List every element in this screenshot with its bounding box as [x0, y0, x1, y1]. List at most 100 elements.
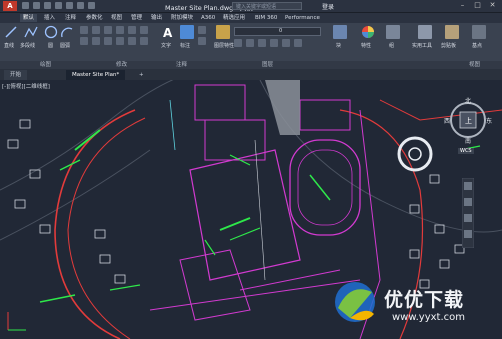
tab-view[interactable]: 视图 [108, 14, 125, 22]
tab-master-site-plan[interactable]: Master Site Plan* [66, 70, 126, 80]
tab-a360[interactable]: A360 [198, 14, 218, 22]
circle-label: 圆 [48, 43, 54, 49]
text-icon[interactable]: A [161, 25, 175, 39]
wcs-menu[interactable]: WCS [458, 148, 474, 154]
properties-icon[interactable] [361, 25, 375, 39]
arc-label: 圆弧 [60, 43, 71, 49]
tab-featured-apps[interactable]: 精选应用 [220, 14, 248, 22]
layer-properties-icon[interactable] [216, 25, 230, 39]
viewport-controls-label[interactable]: [-][俯视][二维线框] [2, 82, 50, 90]
stretch-icon[interactable] [128, 26, 136, 34]
line-label: 直线 [4, 43, 15, 49]
svg-text:A: A [163, 26, 173, 39]
line-icon[interactable] [4, 25, 18, 39]
save-icon[interactable] [44, 2, 51, 9]
watermark-text: 优优下载 [384, 289, 465, 311]
layer-dropdown[interactable]: 0 [234, 27, 321, 36]
panel-title-view[interactable]: 视图 [469, 61, 480, 69]
panel-title-layers[interactable]: 图层 [262, 61, 273, 69]
tab-addins[interactable]: 附加模块 [168, 14, 196, 22]
tab-manage[interactable]: 管理 [128, 14, 145, 22]
tab-start[interactable]: 开始 [4, 70, 28, 80]
tab-annotate[interactable]: 注释 [62, 14, 79, 22]
group-icon[interactable] [386, 25, 400, 39]
minimize-button[interactable]: – [455, 0, 470, 11]
copy-icon[interactable] [80, 37, 88, 45]
new-tab-button[interactable]: + [136, 70, 147, 80]
groups-label: 组 [389, 43, 395, 49]
navigation-bar [462, 178, 474, 248]
maximize-button[interactable]: □ [470, 0, 485, 11]
tab-default[interactable]: 默认 [20, 14, 38, 22]
explode-icon[interactable] [116, 37, 124, 45]
layer-freeze-icon[interactable] [258, 39, 266, 47]
arc-icon[interactable] [60, 25, 74, 39]
clipboard-icon[interactable] [445, 25, 459, 39]
watermark-logo [335, 282, 375, 322]
fillet-icon[interactable] [104, 37, 112, 45]
mirror-icon[interactable] [92, 37, 100, 45]
text-label: 文字 [161, 43, 172, 49]
panel-title-modify[interactable]: 修改 [116, 61, 127, 69]
block-icon[interactable] [333, 25, 347, 39]
save-as-icon[interactable] [55, 2, 62, 9]
layer-off-icon[interactable] [234, 39, 242, 47]
ribbon-tabs: 默认 插入 注释 参数化 视图 管理 输出 附加模块 A360 精选应用 BIM… [0, 13, 502, 23]
document-tabs: 开始 Master Site Plan* + [0, 69, 502, 80]
layer-isolate-icon[interactable] [246, 39, 254, 47]
undo-icon[interactable] [77, 2, 84, 9]
rotate-icon[interactable] [92, 26, 100, 34]
viewcube-west[interactable]: 西 [444, 116, 450, 125]
dimension-label: 标注 [180, 43, 191, 49]
clipboard-label: 剪贴板 [441, 43, 457, 49]
login-link[interactable]: 登录 [322, 2, 334, 11]
move-icon[interactable] [80, 26, 88, 34]
current-layer-value: 0 [279, 28, 283, 34]
layer-walk-icon[interactable] [294, 39, 302, 47]
leader-icon[interactable] [198, 26, 206, 34]
search-input[interactable]: 键入关键字或短语 [232, 2, 302, 10]
polyline-icon[interactable] [24, 25, 38, 39]
tab-insert[interactable]: 插入 [41, 14, 58, 22]
new-icon[interactable] [22, 2, 29, 9]
watermark-url: www.yyxt.com [392, 312, 466, 323]
scale-icon[interactable] [128, 37, 136, 45]
layer-match-icon[interactable] [282, 39, 290, 47]
block-label: 块 [336, 43, 342, 49]
layer-lock-icon[interactable] [270, 39, 278, 47]
drawing-viewport[interactable]: [-][俯视][二维线框] 北 南 西 东 上 WCS 优优下载 www.yyx… [0, 80, 502, 339]
utilities-label: 实用工具 [412, 43, 433, 49]
dimension-icon[interactable] [180, 25, 194, 39]
tab-bim360[interactable]: BIM 360 [252, 14, 280, 22]
base-icon[interactable] [472, 25, 486, 39]
close-button[interactable]: ✕ [485, 0, 500, 11]
app-logo[interactable]: A [3, 1, 17, 11]
tab-performance[interactable]: Performance [282, 14, 323, 22]
panel-title-annotation[interactable]: 注释 [176, 61, 187, 69]
polyline-label: 多段线 [20, 43, 36, 49]
title-bar: A Master Site Plan.dwg - 只读 键入关键字或短语 登录 … [0, 0, 502, 13]
steering-wheel-icon[interactable] [397, 136, 433, 172]
viewcube-top-face[interactable]: 上 [465, 116, 472, 126]
tab-output[interactable]: 输出 [148, 14, 165, 22]
circle-icon[interactable] [44, 25, 58, 39]
panel-title-draw[interactable]: 绘图 [40, 61, 51, 69]
array-icon[interactable] [140, 26, 148, 34]
base-label: 基点 [472, 43, 483, 49]
redo-icon[interactable] [88, 2, 95, 9]
ribbon: 直线 多段线 圆 圆弧 A 文字 标注 图层特性 0 块 特性 组 实用工具 剪… [0, 23, 502, 62]
tab-parametric[interactable]: 参数化 [83, 14, 106, 22]
print-icon[interactable] [66, 2, 73, 9]
viewcube-east[interactable]: 东 [486, 116, 492, 125]
offset-icon[interactable] [140, 37, 148, 45]
trim-icon[interactable] [104, 26, 112, 34]
quick-access-toolbar [22, 2, 95, 9]
table-icon[interactable] [198, 37, 206, 45]
layer-properties-label: 图层特性 [214, 43, 235, 49]
window-controls: – □ ✕ [455, 0, 500, 11]
erase-icon[interactable] [116, 26, 124, 34]
open-icon[interactable] [33, 2, 40, 9]
viewcube-south[interactable]: 南 [465, 136, 471, 145]
utilities-icon[interactable] [418, 25, 432, 39]
viewcube-north[interactable]: 北 [465, 96, 471, 105]
